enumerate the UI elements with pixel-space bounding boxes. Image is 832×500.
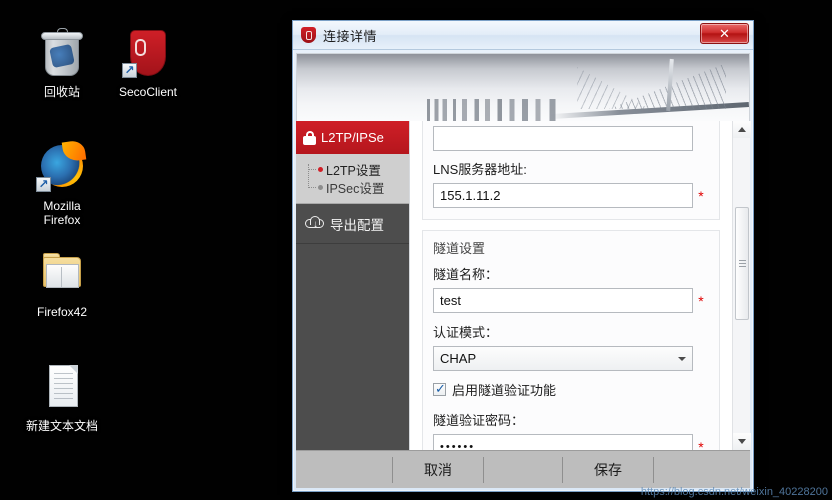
- chevron-down-icon: [678, 356, 686, 361]
- desktop-screen: 回收站 SecoClient Mozilla Firefox Firefox42…: [0, 0, 832, 500]
- enable-tunnel-auth-checkbox[interactable]: [433, 381, 446, 397]
- desktop-icon-firefox42-folder[interactable]: Firefox42: [14, 248, 110, 319]
- desktop-icon-label: 新建文本文档: [25, 419, 98, 433]
- lns-server-label: LNS服务器地址:: [433, 162, 527, 177]
- app-shield-icon: [301, 27, 316, 43]
- cloud-download-icon: [305, 216, 324, 231]
- desktop-icon-secoclient[interactable]: SecoClient: [100, 28, 196, 99]
- form-vertical-scrollbar[interactable]: [732, 121, 751, 450]
- connection-details-dialog: 连接详情 ✕ L2TP/IPSe L2TP设置 IPSec设置 ↓ 导出配置 L…: [292, 20, 754, 492]
- dialog-body: L2TP/IPSe L2TP设置 IPSec设置 ↓ 导出配置 LNS服务器地址…: [296, 121, 751, 450]
- sidebar-item-l2tp-ipsec[interactable]: L2TP/IPSe: [296, 121, 409, 154]
- settings-form-scroll-area: * LNS服务器地址: * 隧道设置 隧道名称： *: [410, 121, 732, 450]
- close-button[interactable]: ✕: [700, 23, 749, 44]
- tree-dash-icon: [308, 186, 316, 188]
- recycle-bin-icon: [36, 28, 88, 80]
- desktop-icon-label: Mozilla Firefox: [43, 199, 81, 227]
- tunnel-name-label: 隧道名称：: [433, 267, 499, 282]
- tunnel-settings-group: 隧道设置 隧道名称： * 认证模式： CHAP *: [422, 230, 720, 450]
- lns-server-input[interactable]: [433, 183, 693, 208]
- tunnel-settings-title: 隧道设置: [433, 241, 486, 256]
- caret-up-icon: [738, 127, 746, 132]
- tunnel-password-label: 隧道验证密码：: [433, 413, 525, 428]
- sidebar-item-label: L2TP/IPSe: [321, 130, 384, 145]
- desktop-icon-label: 回收站: [43, 85, 80, 99]
- header-banner-image: [296, 53, 750, 121]
- scroll-up-button[interactable]: [733, 121, 751, 138]
- required-asterisk: *: [698, 438, 704, 451]
- required-asterisk: *: [698, 292, 704, 309]
- desktop-icon-mozilla-firefox[interactable]: Mozilla Firefox: [14, 139, 110, 227]
- auth-mode-label: 认证模式：: [433, 325, 499, 340]
- sidebar-subnav: L2TP设置 IPSec设置: [296, 154, 409, 204]
- enable-tunnel-auth-label: 启用隧道验证功能: [452, 383, 557, 398]
- dialog-title: 连接详情: [323, 28, 378, 44]
- text-document-icon: [36, 362, 88, 414]
- tunnel-password-input[interactable]: [433, 434, 693, 450]
- sidebar-item-export-config[interactable]: 导出配置: [296, 204, 409, 244]
- save-button[interactable]: 保存: [562, 456, 654, 483]
- shortcut-arrow-icon: [122, 63, 137, 78]
- clipped-field-row: *: [433, 126, 709, 151]
- bullet-icon: [318, 184, 323, 190]
- desktop-icon-new-text-document[interactable]: 新建文本文档: [14, 362, 110, 433]
- tunnel-password-row: *: [433, 434, 709, 450]
- server-settings-group: * LNS服务器地址: *: [422, 121, 720, 220]
- scrollbar-thumb[interactable]: [735, 207, 749, 320]
- auth-mode-select[interactable]: CHAP: [433, 346, 693, 371]
- auth-mode-selected-value: CHAP: [440, 351, 477, 366]
- desktop-icon-label: Firefox42: [36, 305, 88, 319]
- enable-tunnel-auth-row[interactable]: 启用隧道验证功能: [433, 380, 709, 399]
- sidebar-subitem-ipsec-settings[interactable]: IPSec设置: [296, 178, 409, 196]
- scroll-down-button[interactable]: [733, 433, 751, 450]
- lock-icon: [303, 130, 316, 145]
- firefox-icon: [36, 139, 88, 194]
- sidebar-subitem-l2tp-settings[interactable]: L2TP设置: [296, 160, 409, 178]
- dialog-footer: 取消 保存: [296, 450, 750, 488]
- folder-icon: [36, 248, 88, 300]
- settings-form-panel: * LNS服务器地址: * 隧道设置 隧道名称： *: [409, 121, 751, 450]
- cancel-button[interactable]: 取消: [392, 456, 484, 483]
- clipped-field-input[interactable]: [433, 126, 693, 151]
- desktop-icon-label: SecoClient: [118, 85, 178, 99]
- grip-icon: [739, 259, 746, 268]
- tunnel-name-row: *: [433, 288, 709, 313]
- shortcut-arrow-icon: [36, 177, 51, 192]
- bullet-icon: [318, 166, 323, 172]
- auth-mode-row: CHAP *: [433, 346, 709, 371]
- sidebar-subitem-label: IPSec设置: [326, 181, 385, 196]
- watermark-text: https://blog.csdn.net/weixin_40228200: [640, 486, 828, 498]
- sidebar-item-label: 导出配置: [330, 217, 384, 233]
- tree-dash-icon: [308, 168, 316, 170]
- desktop-icon-recycle-bin[interactable]: 回收站: [14, 28, 110, 99]
- required-asterisk: *: [698, 187, 704, 204]
- dialog-sidebar: L2TP/IPSe L2TP设置 IPSec设置 ↓ 导出配置: [296, 121, 409, 450]
- secoclient-shield-icon: [122, 28, 174, 80]
- dialog-titlebar[interactable]: 连接详情 ✕: [293, 21, 753, 50]
- tunnel-name-input[interactable]: [433, 288, 693, 313]
- lns-server-row: *: [433, 183, 709, 208]
- sidebar-subitem-label: L2TP设置: [326, 163, 381, 178]
- caret-down-icon: [738, 439, 746, 444]
